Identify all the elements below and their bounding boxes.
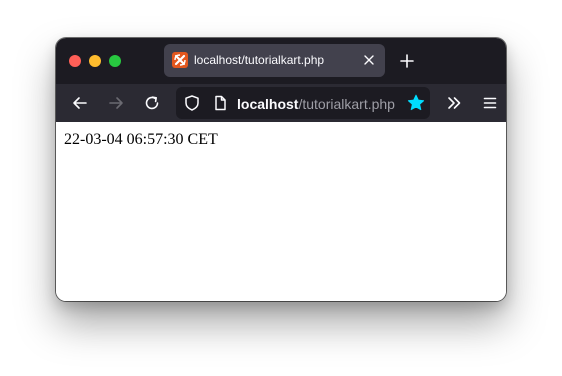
navigation-toolbar: localhost/tutorialkart.php: [56, 84, 506, 122]
url-path: /tutorialkart.php: [298, 96, 395, 112]
new-tab-plus-icon[interactable]: [396, 50, 418, 72]
tab-title: localhost/tutorialkart.php: [194, 53, 325, 67]
address-bar[interactable]: localhost/tutorialkart.php: [176, 87, 430, 119]
date-time-output: 22-03-04 06:57:30 CET: [64, 131, 218, 148]
url-host: localhost: [237, 96, 299, 112]
overflow-chevrons-icon[interactable]: [442, 91, 466, 115]
browser-window: localhost/tutorialkart.php localhost/tut…: [56, 38, 506, 301]
title-bar: localhost/tutorialkart.php: [56, 38, 506, 84]
tab-active[interactable]: localhost/tutorialkart.php: [164, 44, 385, 77]
window-close-button[interactable]: [69, 55, 81, 67]
back-arrow-icon[interactable]: [68, 91, 92, 115]
xampp-icon: [172, 52, 188, 68]
page-icon[interactable]: [208, 91, 232, 115]
reload-icon[interactable]: [140, 91, 164, 115]
window-maximize-button[interactable]: [109, 55, 121, 67]
window-minimize-button[interactable]: [89, 55, 101, 67]
shield-icon[interactable]: [180, 91, 204, 115]
tab-close-icon[interactable]: [359, 50, 379, 70]
menu-hamburger-icon[interactable]: [478, 91, 502, 115]
page-content: 22-03-04 06:57:30 CET: [56, 122, 506, 301]
url-text: localhost/tutorialkart.php: [237, 96, 395, 112]
forward-arrow-icon[interactable]: [104, 91, 128, 115]
bookmark-star-icon[interactable]: [404, 91, 428, 115]
